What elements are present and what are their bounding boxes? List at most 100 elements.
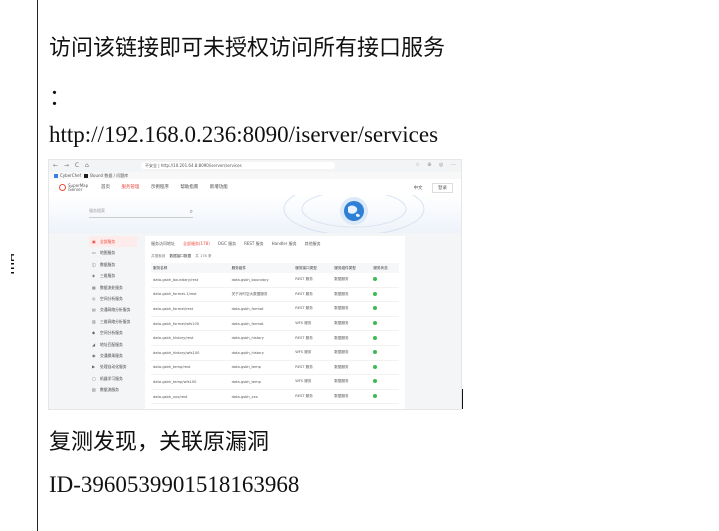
sidebar-item[interactable]: ▤ 交通网络分析服务 — [89, 304, 137, 315]
menu-item-help[interactable]: 帮助指南 — [180, 185, 198, 190]
menu-item-new-features[interactable]: 新增功能 — [210, 185, 228, 190]
sidebar-item-label: 交通换乘服务 — [100, 352, 123, 358]
menu-item-service-management[interactable]: 服务管理 — [121, 185, 139, 190]
table-cell[interactable]: data-gsbh_temp/wfs100 — [151, 374, 230, 390]
clipped-margin-glyph: 程 — [0, 253, 14, 278]
meta-current: 数据接口数据 — [169, 254, 192, 258]
sidebar-item[interactable]: ◆ 空间分析服务 — [89, 327, 137, 338]
table-cell[interactable]: data-gsbh_format/rest — [151, 301, 230, 317]
table-header-cell: 服务状态 — [371, 263, 399, 273]
service-tab[interactable]: Handler 服务 — [272, 241, 297, 246]
table-row[interactable]: data-gsbh_format/rest data-gsbh_format RES… — [151, 301, 399, 317]
sidebar-item-label: 三维服务 — [100, 273, 116, 279]
service-search-input[interactable]: 服务搜索 ⌕ — [89, 208, 193, 218]
status-cell — [371, 273, 399, 288]
status-ok-dot-icon — [373, 291, 378, 296]
table-row[interactable]: data-gsbh_format-1/rest 关于对时空大数据服务 REST 服务… — [151, 287, 399, 303]
sidebar-item-icon: ▣ — [92, 239, 96, 244]
service-panel: 服务访问地址 全部服务(178) OGC 服务 REST 服务 Handler 服务 其他… — [145, 236, 405, 409]
sidebar-item-icon: ◆ — [92, 330, 96, 336]
table-cell[interactable]: data-gsbh_format/wfs100 — [151, 316, 230, 332]
sidebar-item-icon: ▶ — [92, 364, 96, 370]
sidebar-item[interactable]: ▧ 数据流服务 — [89, 384, 137, 395]
sidebar-item[interactable]: ▦ 数据流处服务 — [89, 282, 137, 293]
table-cell[interactable]: data-gsbh_history/wfs100 — [151, 345, 230, 361]
table-cell: data-gsbh_boundary — [229, 273, 294, 288]
sidebar-item[interactable]: ◈ 三维服务 — [89, 270, 137, 281]
menu-item-samples[interactable]: 示例程序 — [151, 185, 169, 190]
paragraph-line-retest: 复测发现，关联原漏洞 — [49, 430, 270, 455]
browser-nav-buttons[interactable]: ← → C ⌂ — [53, 162, 91, 169]
service-tab[interactable]: OGC 服务 — [218, 241, 236, 246]
sidebar-item-icon: ▢ — [92, 375, 96, 381]
table-cell: WFS 服务 — [293, 316, 333, 332]
bookmark-item[interactable]: Bound 数据 / 问题库 — [90, 173, 128, 178]
sidebar-item[interactable]: ▶ 处理自动化服务 — [89, 361, 137, 372]
sidebar-item[interactable]: ▣ 全部服务 — [89, 236, 137, 248]
status-ok-dot-icon — [373, 350, 378, 355]
table-row[interactable]: data-gsbh_temp/rest data-gsbh_temp REST 服务… — [151, 360, 399, 376]
sidebar-item-icon: ▤ — [92, 307, 96, 313]
sidebar-item-label: 空间分析服务 — [100, 330, 123, 336]
table-row[interactable]: data-gsbh_temp/wfs100 data-gsbh_temp WFS 服… — [151, 374, 399, 390]
status-ok-dot-icon — [373, 408, 378, 409]
table-cell: 数据服务 — [332, 301, 372, 317]
service-tab[interactable]: 全部服务(178) — [183, 241, 210, 246]
sidebar-item[interactable]: ◎ 空间分析服务 — [89, 293, 137, 304]
login-button[interactable]: 登录 — [432, 183, 453, 193]
service-tab[interactable]: 其他服务 — [305, 241, 321, 246]
table-header-row: 服务名称 服务组件 服务接口类型 服务组件类型 服务状态 — [151, 263, 399, 273]
table-cell: REST 服务 — [293, 330, 333, 346]
language-select[interactable]: 中文 — [414, 186, 423, 191]
top-menu: 首页 服务管理 示例程序 帮助指南 新增功能 — [101, 184, 238, 190]
table-cell[interactable]: data-gsbh_history/rest — [151, 330, 230, 346]
table-row[interactable]: datacatalog/restdatacatalogREST 服务数据目录服务 — [151, 403, 399, 409]
table-cell: WFS 服务 — [293, 374, 333, 390]
sidebar-item-label: 地址匹配服务 — [100, 341, 123, 347]
table-header-cell: 服务组件 — [229, 263, 294, 273]
table-cell: 数据服务 — [332, 389, 372, 405]
bookmark-item[interactable]: CyberChef — [60, 173, 81, 178]
table-cell: 关于对时空大数据服务 — [229, 287, 294, 303]
embedded-screenshot: ← → C ⌂ 不安全 | http://10.201.64.8:8090/is… — [48, 159, 462, 410]
sidebar-item[interactable]: ▥ 三维网络分析服务 — [89, 316, 137, 327]
sidebar-item[interactable]: ▢ 机器学习服务 — [89, 373, 137, 384]
app-logo[interactable]: SuperMap iServer — [59, 183, 91, 192]
menu-item-home[interactable]: 首页 — [101, 185, 110, 190]
sidebar-item-label: 机器学习服务 — [100, 375, 123, 381]
service-tab[interactable]: REST 服务 — [244, 241, 264, 246]
sidebar-item[interactable]: ◫ 数据服务 — [89, 259, 137, 270]
sidebar-item-label: 交通网络分析服务 — [100, 307, 131, 313]
sidebar-item[interactable]: ▭ 地图服务 — [89, 247, 137, 258]
logo-text: SuperMap iServer — [68, 183, 89, 192]
status-ok-dot-icon — [373, 394, 378, 399]
sidebar-item-label: 数据流处服务 — [100, 284, 123, 290]
table-cell: datacatalog — [229, 403, 294, 409]
status-ok-dot-icon — [373, 379, 378, 384]
service-tab[interactable]: 服务访问地址 — [151, 241, 175, 246]
table-cell[interactable]: data-gsbh_boundary/rest — [151, 273, 230, 288]
table-cell[interactable]: data-gsbh_xxx/rest — [151, 389, 230, 405]
table-row[interactable]: data-gsbh_xxx/rest data-gsbh_xxx REST 服务 数据… — [151, 389, 399, 405]
page-left-rule — [37, 0, 38, 531]
sidebar-item-icon: ◢ — [92, 341, 96, 347]
table-cell[interactable]: data-gsbh_format-1/rest — [151, 287, 230, 303]
paragraph-line-colon: ： — [49, 86, 72, 111]
sidebar-item[interactable]: ◢ 地址匹配服务 — [89, 339, 137, 350]
sidebar-item[interactable]: ◉ 交通换乘服务 — [89, 350, 137, 361]
browser-extension-icons[interactable]: ☆ ⊕ ◎ ⋯ — [415, 162, 459, 168]
table-row[interactable]: data-gsbh_history/rest data-gsbh_history R… — [151, 330, 399, 346]
table-cell: REST 服务 — [293, 273, 333, 288]
table-row[interactable]: data-gsbh_boundary/rest data-gsbh_boundar… — [151, 273, 399, 288]
table-row[interactable]: data-gsbh_format/wfs100 data-gsbh_format W… — [151, 316, 399, 332]
search-icon[interactable]: ⌕ — [190, 208, 193, 216]
table-cell: data-gsbh_history — [229, 330, 294, 346]
table-row[interactable]: data-gsbh_history/wfs100 data-gsbh_histor… — [151, 345, 399, 361]
table-header-cell: 服务组件类型 — [332, 263, 372, 273]
table-cell: 数据服务 — [332, 273, 372, 288]
text-cursor — [462, 389, 463, 409]
table-cell[interactable]: data-gsbh_temp/rest — [151, 360, 230, 376]
table-cell[interactable]: datacatalog/rest — [151, 403, 230, 409]
browser-address-bar[interactable]: 不安全 | http://10.201.64.8:8090/iserver/se… — [141, 162, 335, 169]
app-header: SuperMap iServer 首页 服务管理 示例程序 帮助指南 新增功能 … — [49, 179, 461, 196]
